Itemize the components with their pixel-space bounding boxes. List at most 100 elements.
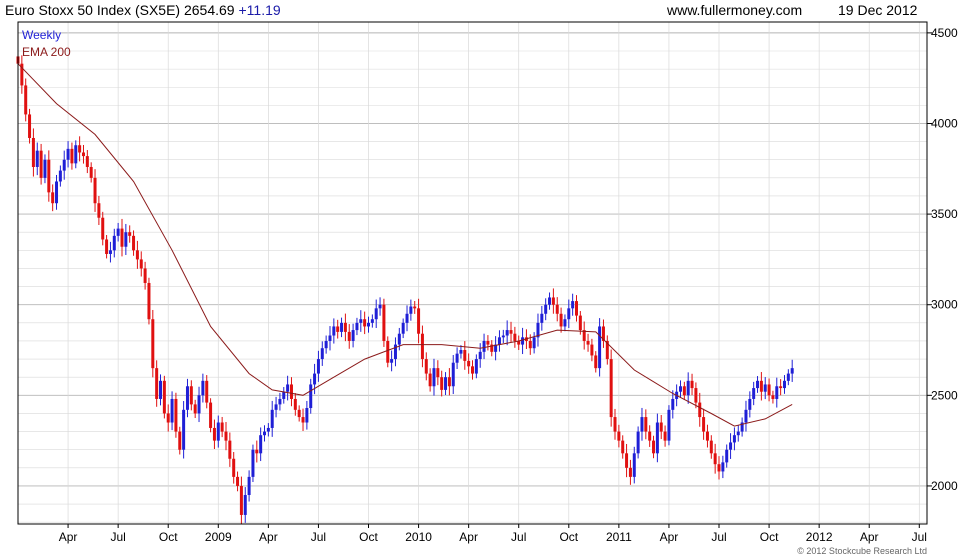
bar-body	[578, 315, 582, 331]
weekly-bar	[155, 360, 159, 407]
bar-body	[55, 181, 59, 204]
weekly-bar	[159, 374, 163, 406]
weekly-bar	[598, 318, 602, 377]
bar-body	[139, 259, 143, 269]
bar-body	[143, 268, 147, 283]
weekly-bar	[740, 417, 744, 437]
weekly-bar	[143, 261, 147, 290]
bar-body	[655, 422, 659, 454]
weekly-bar	[28, 108, 32, 144]
weekly-bar	[659, 415, 663, 440]
weekly-bar	[736, 425, 740, 442]
bar-body	[478, 351, 482, 360]
weekly-bar	[729, 433, 733, 459]
weekly-bar	[309, 378, 313, 414]
weekly-bar	[605, 335, 609, 365]
bar-body	[420, 333, 424, 360]
weekly-bar	[694, 382, 698, 409]
weekly-bar	[759, 372, 763, 401]
bar-body	[320, 348, 324, 360]
bar-body	[567, 308, 571, 320]
bar-body	[309, 384, 313, 409]
bar-body	[717, 464, 721, 472]
bar-body	[58, 170, 62, 182]
bar-body	[108, 250, 112, 254]
bar-body	[286, 384, 290, 392]
bar-body	[417, 308, 421, 334]
weekly-bar	[401, 318, 405, 339]
bar-body	[112, 235, 116, 251]
weekly-bar	[779, 379, 783, 396]
bar-body	[282, 391, 286, 399]
weekly-bar	[89, 162, 93, 183]
bar-body	[31, 137, 35, 167]
bar-body	[459, 350, 463, 354]
weekly-bar	[170, 391, 174, 431]
weekly-bar	[732, 427, 736, 451]
weekly-bar	[220, 416, 224, 438]
weekly-bar	[532, 332, 536, 354]
weekly-bar	[55, 174, 59, 210]
weekly-bar	[97, 195, 101, 226]
weekly-bar	[289, 377, 293, 407]
bar-body	[505, 330, 509, 336]
bar-body	[786, 373, 790, 381]
bar-body	[671, 398, 675, 410]
weekly-bar	[486, 335, 490, 351]
weekly-bar	[378, 297, 382, 316]
bar-body	[328, 335, 332, 341]
weekly-bar	[786, 369, 790, 386]
bar-body	[43, 159, 47, 178]
weekly-bar	[717, 456, 721, 480]
bar-body	[239, 485, 243, 515]
bar-body	[713, 453, 717, 465]
weekly-bar	[343, 313, 347, 342]
weekly-bar	[128, 225, 132, 243]
bar-body	[162, 380, 166, 414]
bar-body	[644, 417, 648, 432]
weekly-bar	[247, 470, 251, 502]
bar-body	[278, 398, 282, 405]
bar-body	[28, 114, 32, 138]
bar-body	[124, 232, 128, 247]
weekly-bar	[490, 340, 494, 357]
x-tick-label: 2009	[205, 530, 232, 544]
bar-body	[93, 177, 97, 204]
bar-body	[224, 431, 228, 441]
bar-body	[678, 386, 682, 392]
bar-body	[405, 313, 409, 323]
weekly-bar	[471, 360, 474, 380]
weekly-bar	[459, 345, 463, 359]
weekly-bar	[266, 423, 270, 437]
weekly-bar	[101, 211, 105, 246]
weekly-bar	[497, 330, 501, 352]
bar-body	[201, 380, 205, 396]
bar-body	[451, 362, 455, 387]
bar-body	[590, 344, 594, 356]
x-tick-label: Jul	[110, 530, 125, 544]
weekly-bar	[263, 425, 267, 442]
price-chart: 200025003000350040004500 Apr Jul Oct 2009 Ap…	[16, 21, 958, 556]
bar-body	[232, 458, 236, 477]
weekly-bar	[236, 471, 240, 492]
weekly-bar	[594, 351, 598, 373]
weekly-bar	[363, 311, 367, 335]
bar-body	[81, 152, 85, 157]
bar-body	[120, 228, 124, 247]
y-axis: 2000 2500 3000 3500 4000 4500	[927, 26, 958, 493]
bar-body	[648, 431, 652, 441]
weekly-bar	[24, 78, 28, 122]
weekly-bar	[628, 459, 632, 485]
bar-body	[220, 422, 224, 432]
bar-body	[174, 398, 178, 432]
weekly-bar	[417, 298, 421, 344]
bar-body	[367, 322, 371, 327]
weekly-bar	[386, 336, 390, 368]
weekly-bar	[151, 309, 155, 378]
weekly-bar	[663, 425, 667, 447]
x-tick-label: Oct	[559, 530, 578, 544]
weekly-bar	[771, 390, 775, 404]
bar-body	[771, 395, 775, 399]
weekly-bar	[224, 422, 228, 451]
bar-body	[790, 368, 794, 374]
